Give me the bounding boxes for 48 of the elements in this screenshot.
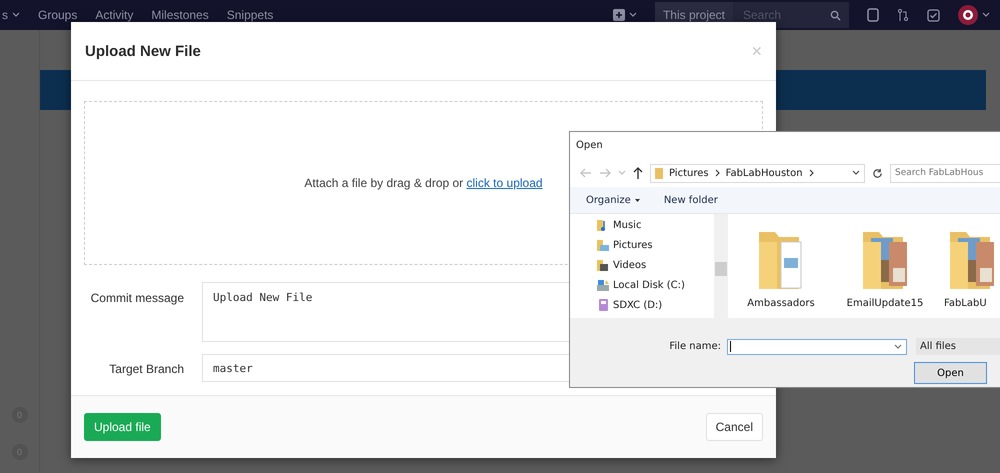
videos-icon bbox=[596, 258, 610, 272]
file-name-label: File name: bbox=[669, 341, 721, 352]
path-segment[interactable]: Pictures bbox=[669, 168, 709, 178]
nav-link[interactable]: Activity bbox=[95, 8, 134, 22]
user-menu[interactable] bbox=[958, 5, 990, 25]
nav-link[interactable]: Groups bbox=[38, 8, 78, 22]
chevron-right-icon bbox=[714, 169, 720, 177]
new-menu-button[interactable] bbox=[612, 9, 637, 21]
avatar-icon bbox=[958, 5, 978, 25]
caret-icon[interactable] bbox=[852, 170, 860, 176]
nav-link[interactable]: Milestones bbox=[151, 8, 209, 22]
dialog-title: Open bbox=[576, 140, 603, 151]
open-button[interactable]: Open bbox=[914, 362, 987, 384]
search-icon bbox=[830, 10, 841, 21]
disk-icon bbox=[596, 278, 610, 292]
address-bar[interactable]: Pictures FabLabHouston bbox=[650, 164, 865, 182]
sd-icon bbox=[596, 298, 610, 312]
document-icon[interactable] bbox=[867, 8, 879, 22]
cancel-button[interactable]: Cancel bbox=[706, 413, 763, 441]
caret-icon bbox=[628, 12, 637, 18]
nav-pane-item[interactable]: SDXC (D:) bbox=[596, 297, 714, 313]
toolbar-button[interactable]: Organize bbox=[586, 194, 640, 206]
plus-icon bbox=[612, 9, 625, 21]
dropzone-text: Attach a file by drag & drop or bbox=[304, 176, 464, 190]
up-arrow-icon[interactable] bbox=[633, 167, 643, 179]
pictures-icon bbox=[596, 238, 610, 252]
refresh-icon[interactable] bbox=[872, 168, 883, 178]
field-label: Target Branch bbox=[108, 361, 184, 376]
checkbox-icon[interactable] bbox=[927, 8, 940, 22]
file-name-field[interactable] bbox=[727, 338, 907, 354]
folder-item[interactable]: FabLabU bbox=[944, 228, 1000, 318]
folder-icon bbox=[655, 168, 663, 178]
search-field[interactable]: Search FabLabHous bbox=[890, 164, 1000, 182]
nav-pane-item[interactable]: Music bbox=[596, 217, 714, 233]
nav-link[interactable]: s bbox=[2, 8, 20, 22]
field-label: Commit message bbox=[90, 290, 184, 305]
nav-pane-item[interactable]: Pictures bbox=[596, 237, 714, 253]
scrollbar[interactable] bbox=[714, 214, 728, 318]
folder-item[interactable]: EmailUpdate15 bbox=[840, 228, 930, 318]
merge-request-icon[interactable] bbox=[897, 8, 909, 22]
nav-link[interactable]: Snippets bbox=[226, 8, 274, 22]
caret-icon[interactable] bbox=[894, 344, 902, 350]
upload-link[interactable]: click to upload bbox=[466, 176, 543, 190]
caret-icon bbox=[982, 12, 990, 18]
toolbar-button[interactable]: New folder bbox=[664, 194, 718, 206]
modal-title: Upload New File bbox=[85, 42, 201, 60]
file-type-select[interactable]: All files bbox=[916, 338, 1000, 355]
chevron-right-icon bbox=[808, 169, 814, 177]
